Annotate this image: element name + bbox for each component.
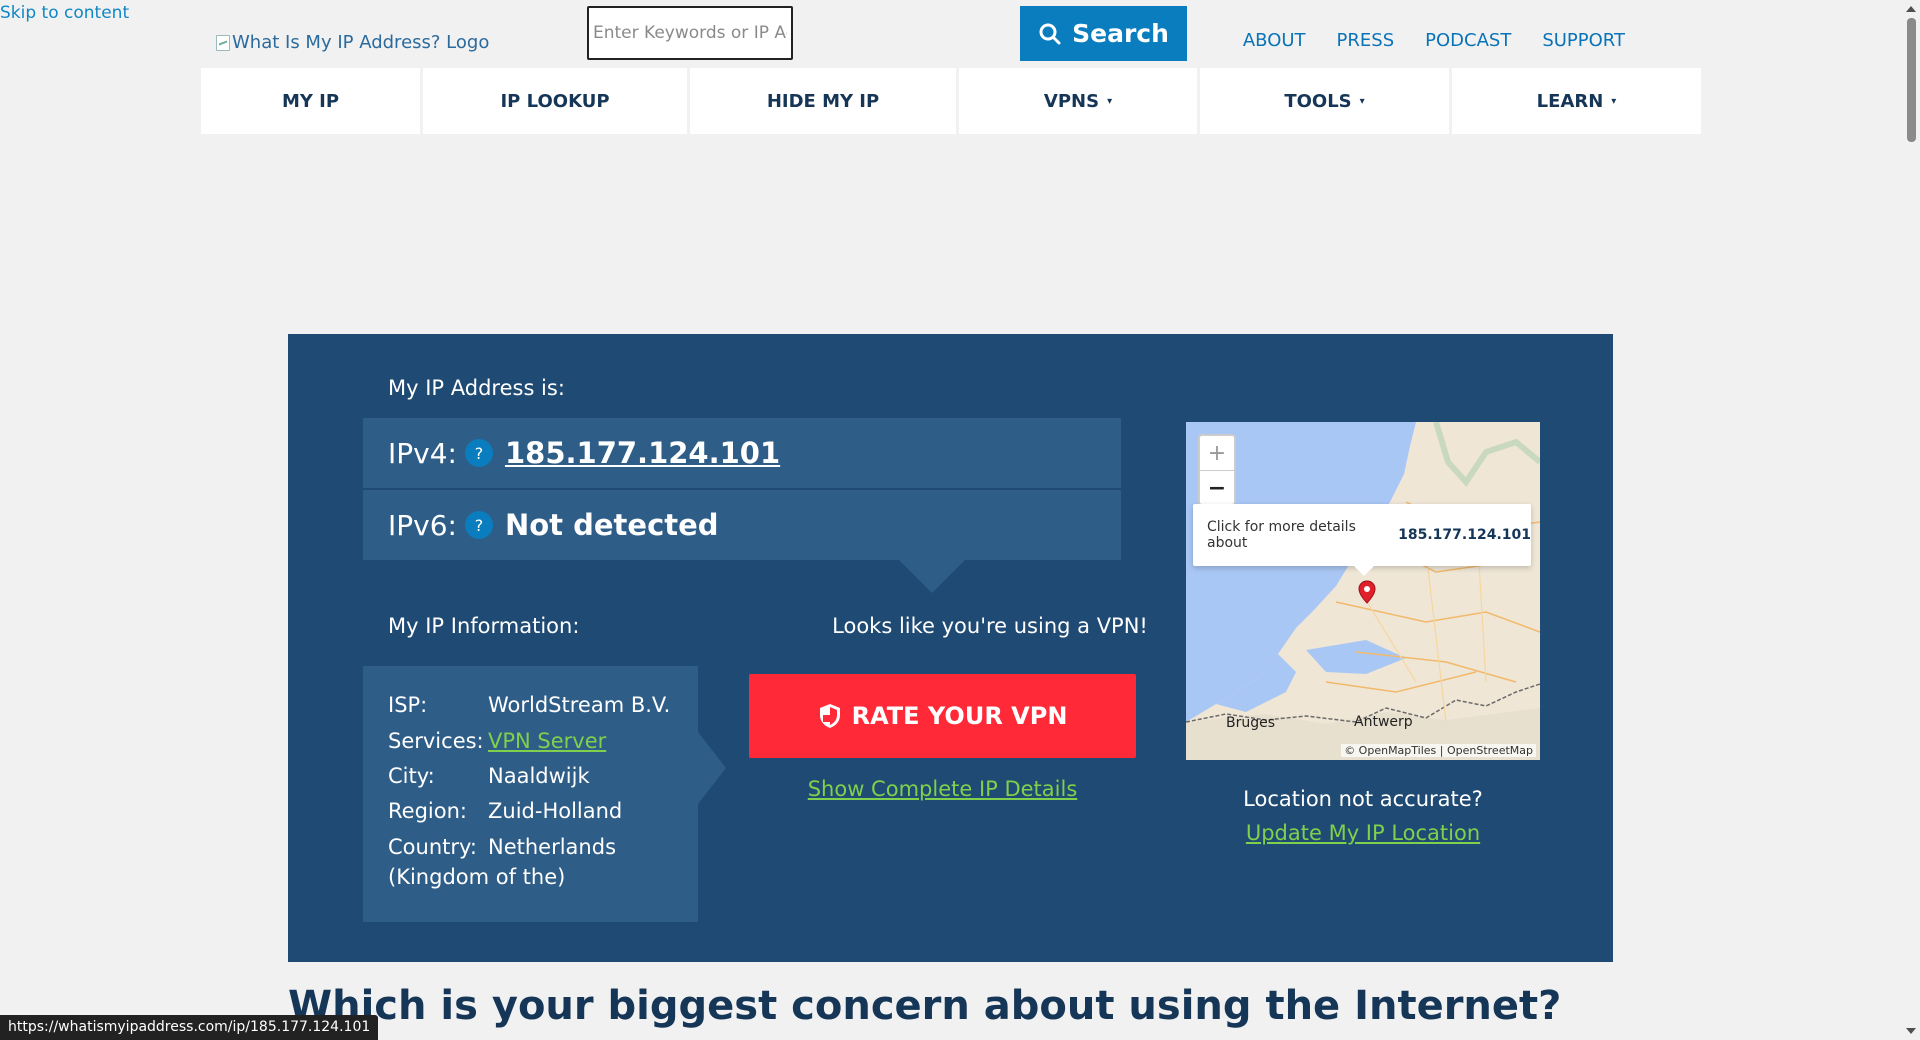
ip-hero-panel: My IP Address is: IPv4: ? 185.177.124.10… (288, 334, 1613, 962)
top-link-about[interactable]: ABOUT (1243, 30, 1306, 51)
help-icon[interactable]: ? (464, 511, 493, 539)
info-row-country: Country: Netherlands (388, 835, 616, 859)
info-value: Netherlands (488, 835, 617, 859)
search-input[interactable] (587, 6, 793, 60)
map-zoom-control: + − (1198, 434, 1236, 506)
search-button-label: Search (1072, 19, 1169, 48)
info-value: Zuid-Holland (488, 799, 623, 823)
caret-down-icon: ▾ (1359, 95, 1365, 107)
nav-item-label: LEARN (1536, 90, 1604, 112)
map-attribution[interactable]: © OpenMapTiles | OpenStreetMap (1341, 744, 1536, 757)
map-popup-tip (1354, 566, 1374, 576)
info-row-services: Services: VPN Server (388, 729, 606, 753)
info-value: WorldStream B.V. (488, 693, 671, 717)
main-nav: MY IP IP LOOKUP HIDE MY IP VPNS ▾ TOOLS … (201, 68, 1701, 134)
ipv6-value: Not detected (504, 508, 719, 542)
status-bar-url: https://whatismyipaddress.com/ip/185.177… (0, 1015, 379, 1040)
map-label-antwerp: Antwerp (1354, 714, 1413, 730)
ipv6-row: IPv6: ? Not detected (363, 490, 1121, 560)
nav-item-my-ip[interactable]: MY IP (201, 68, 420, 134)
info-key: City: (388, 764, 435, 788)
ip-box-pointer (896, 557, 968, 593)
scroll-up-icon[interactable] (1906, 6, 1916, 12)
info-key: Country: (388, 835, 477, 859)
caret-down-icon: ▾ (1611, 95, 1617, 107)
ip-info-box: ISP: WorldStream B.V. Services: VPN Serv… (363, 666, 698, 922)
map-popup-ip: 185.177.124.101 (1398, 527, 1531, 543)
page-scrollbar[interactable] (1903, 0, 1920, 1040)
top-link-podcast[interactable]: PODCAST (1425, 30, 1511, 51)
ipv4-row: IPv4: ? 185.177.124.101 (363, 418, 1121, 488)
info-key: ISP: (388, 693, 428, 717)
info-row-isp: ISP: WorldStream B.V. (388, 693, 670, 717)
nav-item-tools[interactable]: TOOLS ▾ (1200, 68, 1449, 134)
map-popup-text: Click for more details about (1207, 519, 1356, 551)
nav-item-vpns[interactable]: VPNS ▾ (959, 68, 1197, 134)
location-question: Location not accurate? (1243, 787, 1483, 811)
top-links: ABOUT PRESS PODCAST SUPPORT (1243, 30, 1625, 51)
skip-to-content-link[interactable]: Skip to content (0, 1, 129, 25)
nav-item-ip-lookup[interactable]: IP LOOKUP (423, 68, 687, 134)
scroll-down-icon[interactable] (1906, 1028, 1916, 1034)
help-icon[interactable]: ? (464, 439, 493, 467)
ipv6-label: IPv6: (388, 508, 457, 542)
location-map[interactable]: + − Click for more details about 185.177… (1186, 422, 1540, 760)
nav-item-label: IP LOOKUP (500, 90, 610, 112)
zoom-in-button[interactable]: + (1200, 436, 1234, 470)
zoom-out-button[interactable]: − (1200, 470, 1234, 505)
update-location-link[interactable]: Update My IP Location (1186, 821, 1540, 845)
top-link-support[interactable]: SUPPORT (1542, 30, 1625, 51)
info-heading: My IP Information: (388, 614, 580, 638)
nav-item-label: HIDE MY IP (766, 90, 880, 112)
nav-item-label: VPNS (1043, 90, 1100, 112)
shield-icon (819, 704, 840, 728)
concern-heading: Which is your biggest concern about usin… (288, 983, 1562, 1029)
scroll-thumb[interactable] (1907, 18, 1916, 142)
logo-alt-text: What Is My IP Address? Logo (232, 32, 490, 53)
site-logo[interactable]: What Is My IP Address? Logo (216, 32, 489, 53)
map-popup[interactable]: Click for more details about 185.177.124… (1193, 504, 1531, 566)
info-row-city: City: Naaldwijk (388, 764, 590, 788)
rate-button-label: RATE YOUR VPN (851, 702, 1068, 730)
ip-heading: My IP Address is: (388, 376, 565, 400)
info-value: Naaldwijk (488, 764, 590, 788)
info-box-pointer (698, 732, 726, 804)
info-key: Region: (388, 799, 467, 823)
map-label-bruges: Bruges (1226, 715, 1276, 731)
caret-down-icon: ▾ (1107, 95, 1113, 107)
top-link-press[interactable]: PRESS (1337, 30, 1395, 51)
nav-item-label: MY IP (281, 90, 340, 112)
search-icon (1039, 23, 1061, 44)
info-key: Services: (388, 729, 484, 753)
nav-item-label: TOOLS (1284, 90, 1352, 112)
vpn-detected-note: Looks like you're using a VPN! (832, 614, 1148, 638)
nav-item-hide-my-ip[interactable]: HIDE MY IP (690, 68, 956, 134)
search-button[interactable]: Search (1020, 6, 1187, 61)
vpn-server-link[interactable]: VPN Server (488, 729, 606, 753)
map-pin-icon[interactable] (1358, 580, 1376, 604)
nav-item-learn[interactable]: LEARN ▾ (1452, 68, 1701, 134)
info-row-region: Region: Zuid-Holland (388, 799, 622, 823)
ipv4-label: IPv4: (388, 436, 457, 470)
rate-your-vpn-button[interactable]: RATE YOUR VPN (749, 674, 1136, 758)
ipv4-value[interactable]: 185.177.124.101 (505, 436, 780, 470)
broken-image-icon (216, 34, 230, 51)
info-country-continued: (Kingdom of the) (388, 865, 566, 889)
show-ip-details-link[interactable]: Show Complete IP Details (749, 777, 1136, 801)
